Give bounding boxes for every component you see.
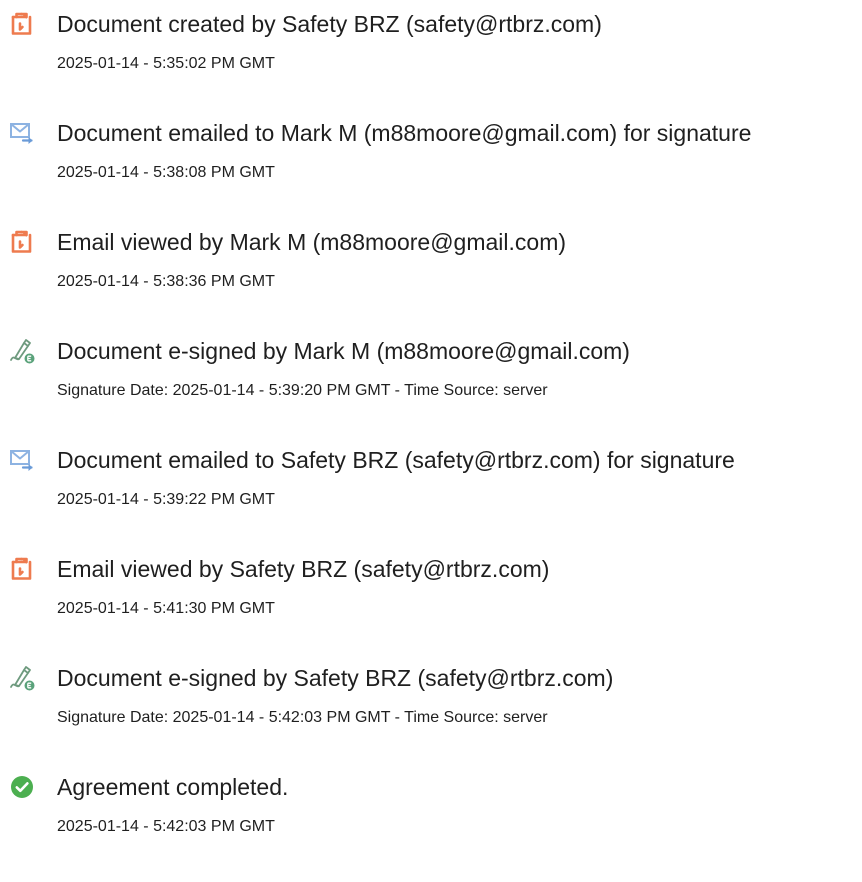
event-title: Document e-signed by Safety BRZ (safety@… (57, 665, 614, 691)
history-event: Agreement completed. 2025-01-14 - 5:42:0… (0, 771, 862, 880)
document-icon (9, 11, 35, 37)
event-timestamp: 2025-01-14 - 5:41:30 PM GMT (57, 600, 275, 617)
history-event: Email viewed by Mark M (m88moore@gmail.c… (0, 226, 862, 335)
event-title: Document emailed to Safety BRZ (safety@r… (57, 447, 735, 473)
event-timestamp: 2025-01-14 - 5:39:22 PM GMT (57, 491, 275, 508)
history-event: Document emailed to Safety BRZ (safety@r… (0, 444, 862, 553)
event-title: Email viewed by Safety BRZ (safety@rtbrz… (57, 556, 550, 582)
event-timestamp: 2025-01-14 - 5:35:02 PM GMT (57, 55, 275, 72)
email-icon (9, 120, 35, 146)
checkmark-icon (9, 774, 35, 800)
history-event: Document e-signed by Safety BRZ (safety@… (0, 662, 862, 771)
event-title: Document e-signed by Mark M (m88moore@gm… (57, 338, 630, 364)
event-timestamp: 2025-01-14 - 5:38:36 PM GMT (57, 273, 275, 290)
history-event: Document emailed to Mark M (m88moore@gma… (0, 117, 862, 226)
history-event: Document created by Safety BRZ (safety@r… (0, 8, 862, 117)
esign-icon (9, 338, 35, 364)
event-title: Document emailed to Mark M (m88moore@gma… (57, 120, 752, 146)
esign-icon (9, 665, 35, 691)
event-timestamp: 2025-01-14 - 5:42:03 PM GMT (57, 818, 275, 835)
event-title: Document created by Safety BRZ (safety@r… (57, 11, 602, 37)
audit-history: Document created by Safety BRZ (safety@r… (0, 8, 862, 880)
history-event: Document e-signed by Mark M (m88moore@gm… (0, 335, 862, 444)
history-event: Email viewed by Safety BRZ (safety@rtbrz… (0, 553, 862, 662)
event-title: Email viewed by Mark M (m88moore@gmail.c… (57, 229, 567, 255)
document-icon (9, 229, 35, 255)
signature-date: Signature Date: 2025-01-14 - 5:39:20 PM … (57, 382, 548, 399)
email-icon (9, 447, 35, 473)
event-title: Agreement completed. (57, 774, 289, 800)
signature-date: Signature Date: 2025-01-14 - 5:42:03 PM … (57, 709, 548, 726)
event-timestamp: 2025-01-14 - 5:38:08 PM GMT (57, 164, 275, 181)
document-icon (9, 556, 35, 582)
